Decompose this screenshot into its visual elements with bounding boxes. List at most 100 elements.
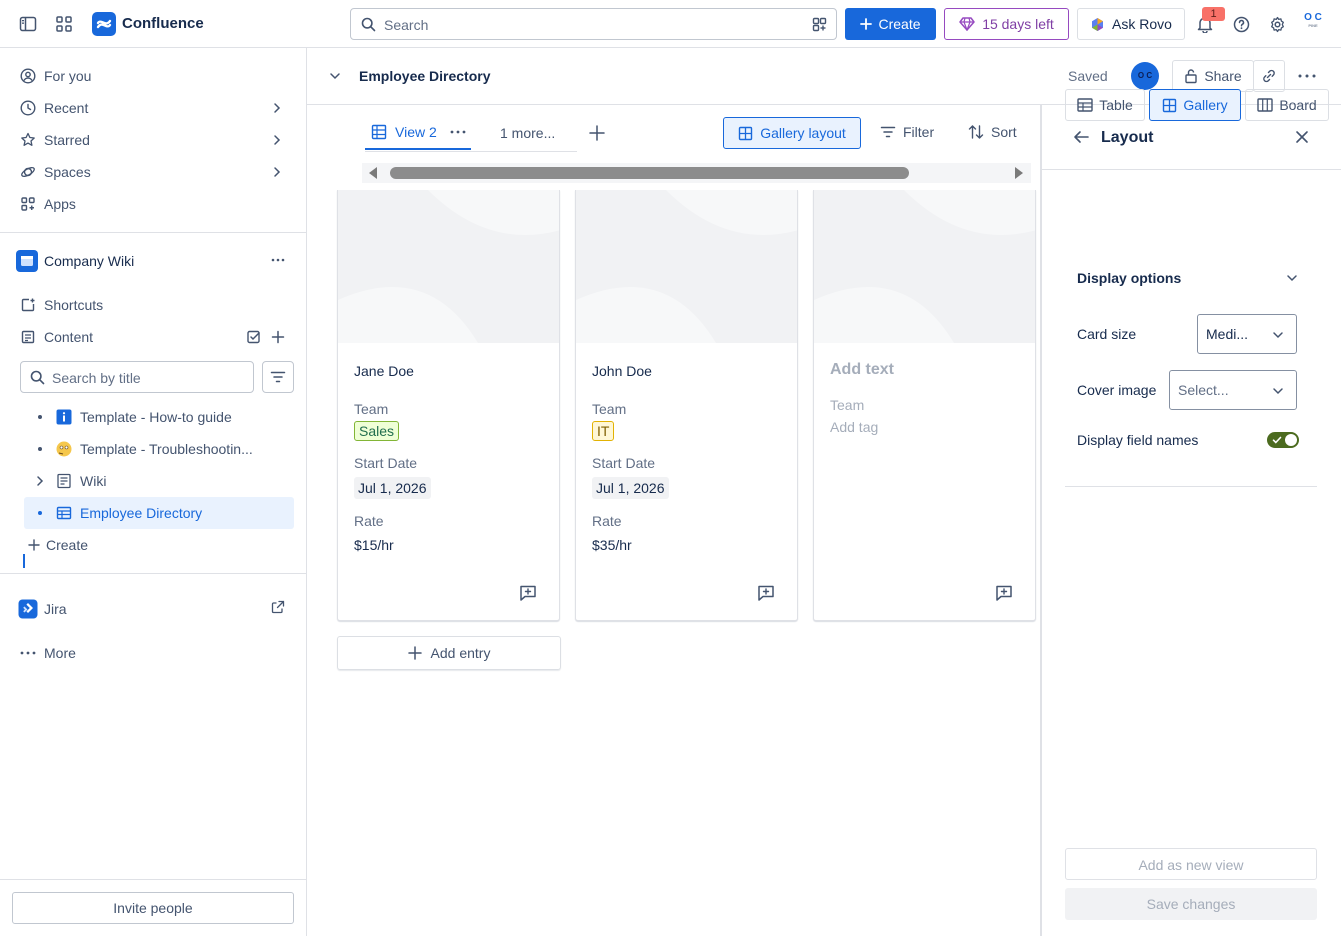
scrollbar-thumb[interactable]: [390, 167, 909, 179]
collaborator-avatar[interactable]: O C: [1131, 62, 1159, 90]
space-name[interactable]: Company Wiki: [44, 253, 134, 269]
gallery-card[interactable]: Jane Doe Team Sales Start Date Jul 1, 20…: [337, 190, 560, 621]
card-cover-image: [814, 190, 1035, 343]
tab-view-2[interactable]: View 2: [365, 116, 471, 150]
gallery-layout-button[interactable]: Gallery layout: [723, 117, 861, 149]
sort-button[interactable]: Sort: [968, 124, 1017, 140]
ask-rovo-button[interactable]: Ask Rovo: [1077, 8, 1185, 40]
add-comment-icon[interactable]: [995, 584, 1013, 602]
create-button[interactable]: Create: [845, 8, 936, 40]
table-grid-icon: [371, 124, 387, 140]
display-field-names-toggle[interactable]: [1267, 432, 1299, 448]
filter-button[interactable]: Filter: [880, 124, 934, 140]
layout-panel: Layout: [1040, 105, 1341, 936]
chevron-right-icon: [270, 133, 284, 147]
sidebar-toggle-icon[interactable]: [16, 12, 40, 36]
panel-divider: [1065, 486, 1317, 487]
sidebar-divider: [0, 879, 306, 880]
layout-option-board[interactable]: Board: [1245, 89, 1329, 121]
horizontal-scrollbar[interactable]: [362, 163, 1031, 183]
chevron-down-icon: [1272, 329, 1284, 341]
sidebar-create-button[interactable]: Create: [22, 529, 304, 561]
gallery-card[interactable]: John Doe Team IT Start Date Jul 1, 2026 …: [575, 190, 798, 621]
card-title-placeholder[interactable]: Add text: [830, 361, 894, 379]
add-comment-icon[interactable]: [519, 584, 537, 602]
tree-item-howto-guide[interactable]: Template - How-to guide: [24, 401, 294, 433]
add-comment-icon[interactable]: [757, 584, 775, 602]
back-arrow-icon[interactable]: [1073, 129, 1090, 145]
tree-item-troubleshooting[interactable]: Template - Troubleshootin...: [24, 433, 294, 465]
scroll-right-arrow-icon[interactable]: [1014, 167, 1024, 179]
add-content-icon[interactable]: [271, 330, 285, 344]
spaces-orbit-icon: [12, 164, 44, 180]
search-icon: [30, 370, 45, 385]
space-avatar-icon[interactable]: [16, 250, 38, 272]
gallery-card-empty[interactable]: Add text Team Add tag: [813, 190, 1036, 621]
sidebar-item-spaces[interactable]: Spaces: [12, 156, 294, 188]
cover-image-select[interactable]: Select...: [1169, 370, 1297, 410]
confluence-logo-icon[interactable]: [92, 12, 116, 36]
tree-item-wiki[interactable]: Wiki: [24, 465, 294, 497]
chevron-down-icon[interactable]: [1285, 271, 1299, 285]
copy-link-icon[interactable]: [1253, 60, 1285, 92]
save-changes-button[interactable]: Save changes: [1065, 888, 1317, 920]
tab-more-dots-icon[interactable]: [449, 129, 467, 135]
sidebar-item-jira[interactable]: Jira: [12, 593, 294, 625]
scroll-left-arrow-icon[interactable]: [368, 167, 378, 179]
team-tag: Sales: [354, 421, 400, 441]
page-more-icon[interactable]: [1297, 70, 1317, 82]
filter-lines-icon[interactable]: [262, 361, 294, 393]
layout-option-gallery[interactable]: Gallery: [1149, 89, 1241, 121]
field-label-rate: Rate: [354, 513, 384, 529]
external-link-icon[interactable]: [271, 600, 285, 614]
sidebar-item-shortcuts[interactable]: Shortcuts: [12, 289, 294, 321]
clock-icon: [12, 100, 44, 116]
tree-item-employee-directory[interactable]: Employee Directory: [24, 497, 294, 529]
card-cover-image: [576, 190, 797, 343]
sidebar-item-recent[interactable]: Recent: [12, 92, 294, 124]
display-field-names-label: Display field names: [1077, 432, 1199, 448]
content-checklist-icon[interactable]: [246, 329, 262, 345]
invite-people-button[interactable]: Invite people: [12, 892, 294, 924]
sort-arrows-icon: [968, 124, 984, 140]
display-options-heading[interactable]: Display options: [1077, 270, 1181, 286]
product-name[interactable]: Confluence: [122, 15, 204, 32]
layout-option-table[interactable]: Table: [1065, 89, 1145, 121]
info-icon: [56, 409, 80, 425]
notification-count-badge: 1: [1202, 7, 1225, 21]
search-scope-icon[interactable]: [812, 17, 827, 32]
tab-more-views[interactable]: 1 more...: [500, 125, 555, 141]
search-input[interactable]: Search: [350, 8, 837, 40]
share-button[interactable]: Share: [1172, 60, 1254, 92]
sidebar-item-more[interactable]: More: [12, 637, 294, 669]
toggle-knob: [1285, 434, 1297, 446]
star-icon: [12, 132, 44, 148]
add-entry-button[interactable]: Add entry: [337, 636, 561, 670]
add-tag-placeholder[interactable]: Add tag: [830, 419, 878, 435]
trial-button[interactable]: 15 days left: [944, 8, 1069, 40]
settings-gear-icon[interactable]: [1265, 12, 1289, 36]
plus-icon: [407, 646, 422, 660]
saved-status: Saved: [1068, 68, 1108, 84]
field-label-team: Team: [354, 401, 389, 417]
sidebar-divider: [0, 573, 306, 574]
add-as-new-view-button[interactable]: Add as new view: [1065, 848, 1317, 880]
card-size-select[interactable]: Medi...: [1197, 314, 1297, 354]
chevron-right-icon[interactable]: [24, 475, 56, 487]
sidebar-item-starred[interactable]: Starred: [12, 124, 294, 156]
thinking-emoji-icon: [56, 441, 80, 457]
table-icon: [1077, 98, 1093, 112]
collapse-chevron-down-icon[interactable]: [328, 69, 342, 83]
sidebar-item-apps[interactable]: Apps: [12, 188, 294, 220]
close-icon[interactable]: [1294, 129, 1310, 145]
space-more-icon[interactable]: [270, 253, 286, 267]
sidebar-item-for-you[interactable]: For you: [12, 60, 294, 92]
database-table-icon: [56, 505, 80, 521]
app-switcher-icon[interactable]: [52, 12, 76, 36]
tabs-underline: [365, 151, 577, 152]
cover-image-label: Cover image: [1077, 382, 1157, 398]
add-view-plus-icon[interactable]: [588, 124, 606, 142]
help-icon[interactable]: [1229, 12, 1253, 36]
profile-avatar[interactable]: O C PINE: [1301, 13, 1325, 37]
search-by-title-input[interactable]: Search by title: [20, 361, 254, 393]
